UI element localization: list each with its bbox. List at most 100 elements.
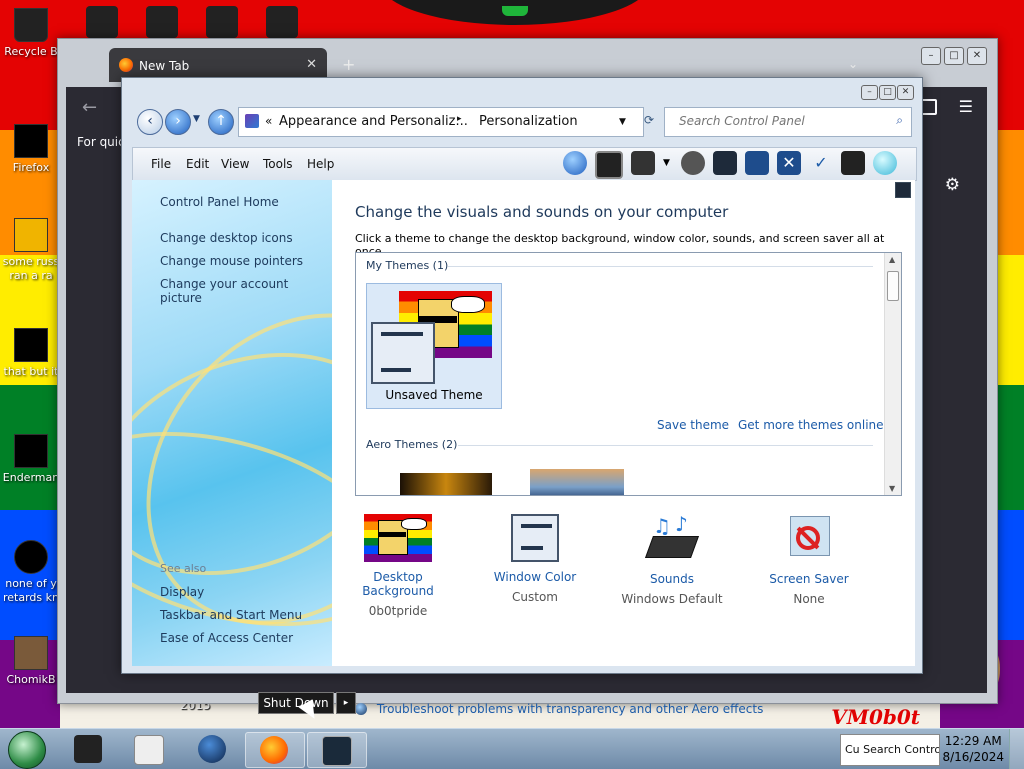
new-tab-icon[interactable]: + xyxy=(342,55,355,74)
up-button[interactable]: ↑ xyxy=(208,109,234,135)
ease-of-access-link[interactable]: Ease of Access Center xyxy=(160,631,293,645)
breadcrumb-current[interactable]: Personalization xyxy=(479,114,578,129)
theme-list-scrollbar[interactable]: ▲ ▼ xyxy=(884,253,901,495)
tab-list-chevron-icon[interactable]: ⌄ xyxy=(848,57,858,71)
menu-file[interactable]: File xyxy=(151,157,171,171)
breadcrumb-parent[interactable]: Appearance and Personaliz... xyxy=(279,114,468,129)
get-more-themes-link[interactable]: Get more themes online xyxy=(738,418,884,432)
desktop-file-icon[interactable]: that but it xyxy=(0,328,62,379)
theme-unsaved[interactable]: Unsaved Theme xyxy=(366,283,502,409)
folder-icon[interactable] xyxy=(631,151,655,175)
firefox-shortcut-icon[interactable]: Firefox xyxy=(0,124,62,175)
taskbar-item-control-panel[interactable] xyxy=(307,732,367,768)
desktop-background-link[interactable]: Desktop Background xyxy=(338,570,458,598)
back-button[interactable]: ‹ xyxy=(137,109,163,135)
minimize-button[interactable]: – xyxy=(921,47,941,65)
main-panel: Change the visuals and sounds on your co… xyxy=(332,180,915,716)
recent-pages-chevron-icon[interactable]: ▼ xyxy=(193,114,200,124)
gear-icon[interactable]: ⚙ xyxy=(945,175,960,195)
troubleshoot-link[interactable]: Troubleshoot problems with transparency … xyxy=(377,702,764,716)
theme-list[interactable]: My Themes (1) Unsaved Theme Save theme G… xyxy=(355,252,902,496)
scroll-down-icon[interactable]: ▼ xyxy=(889,484,895,493)
change-desktop-icons-link[interactable]: Change desktop icons xyxy=(160,231,293,245)
taskbar-item[interactable] xyxy=(120,732,178,766)
change-mouse-pointers-link[interactable]: Change mouse pointers xyxy=(160,254,303,268)
globe-icon[interactable] xyxy=(873,151,897,175)
shutdown-options-button[interactable]: ▸ xyxy=(336,692,356,714)
scroll-up-icon[interactable]: ▲ xyxy=(889,255,895,264)
show-desktop-button[interactable] xyxy=(1009,729,1024,769)
menu-tools[interactable]: Tools xyxy=(263,157,293,171)
address-dropdown-icon[interactable]: ▼ xyxy=(619,117,626,127)
change-account-picture-link[interactable]: Change your account picture xyxy=(160,277,332,305)
tray-preview[interactable]: Cu Search Contro xyxy=(840,734,940,766)
search-input[interactable] xyxy=(677,113,881,129)
taskbar-item-firefox[interactable] xyxy=(245,732,305,768)
control-panel-icon xyxy=(245,114,259,128)
see-also-label: See also xyxy=(160,562,207,575)
back-arrow-icon[interactable]: ← xyxy=(82,97,97,118)
menu-view[interactable]: View xyxy=(221,157,249,171)
tray-text: Cu Search Contro xyxy=(845,743,940,756)
watermark-text: VM0b0t xyxy=(831,705,920,729)
maximize-button[interactable]: □ xyxy=(944,47,964,65)
my-themes-header: My Themes (1) xyxy=(366,259,449,272)
address-bar-row: ‹ › ▼ ↑ « Appearance and Personaliz... ▸… xyxy=(134,106,912,137)
window-color-link[interactable]: Window Color xyxy=(475,570,595,584)
taskbar-item[interactable] xyxy=(60,732,118,766)
control-panel-home-link[interactable]: Control Panel Home xyxy=(160,195,279,209)
taskbar-start-menu-link[interactable]: Taskbar and Start Menu xyxy=(160,608,302,622)
taskbar-item[interactable] xyxy=(184,732,242,766)
window-color-option[interactable]: Window Color Custom xyxy=(475,514,595,604)
terminal-icon xyxy=(74,735,102,763)
copy-icon[interactable] xyxy=(713,151,737,175)
aero-theme-thumbnail[interactable] xyxy=(530,469,624,495)
theme-name: Unsaved Theme xyxy=(385,388,483,402)
screen-saver-link[interactable]: Screen Saver xyxy=(749,572,869,586)
save-theme-link[interactable]: Save theme xyxy=(657,418,729,432)
hamburger-menu-icon[interactable]: ☰ xyxy=(959,97,973,116)
shut-down-button[interactable]: Shut Down xyxy=(258,692,334,714)
minimize-button[interactable]: – xyxy=(861,85,878,100)
dropdown-icon[interactable]: ▼ xyxy=(663,151,673,175)
desktop-file-icon[interactable]: some russ ran a ra xyxy=(0,218,62,283)
desktop-file-icon[interactable]: Enderman xyxy=(0,434,62,485)
help-icon[interactable] xyxy=(895,182,911,198)
delete-icon[interactable]: ✕ xyxy=(777,151,801,175)
breadcrumb-separator-icon[interactable]: ▸ xyxy=(457,114,462,124)
close-tab-icon[interactable]: ✕ xyxy=(306,57,317,72)
sounds-option[interactable]: ♫ ♪ Sounds Windows Default xyxy=(612,512,732,606)
search-icon[interactable]: ⌕ xyxy=(896,113,903,128)
desktop-background-option[interactable]: Desktop Background 0b0tpride xyxy=(338,514,458,618)
close-button[interactable]: ✕ xyxy=(897,85,914,100)
settings-icon[interactable] xyxy=(681,151,705,175)
aero-theme-thumbnail[interactable] xyxy=(400,473,492,495)
maximize-button[interactable]: □ xyxy=(879,85,896,100)
sounds-link[interactable]: Sounds xyxy=(612,572,732,586)
clock[interactable]: 12:29 AM 8/16/2024 xyxy=(942,733,1004,765)
check-icon[interactable]: ✓ xyxy=(809,151,833,175)
desktop-file-icon[interactable]: none of y retards kn xyxy=(0,540,62,605)
desktop-file-icon[interactable]: ChomikB xyxy=(0,636,62,687)
screen-saver-option[interactable]: Screen Saver None xyxy=(749,514,869,606)
globe-icon xyxy=(198,735,226,763)
menu-help[interactable]: Help xyxy=(307,157,334,171)
window-icon[interactable] xyxy=(595,151,623,179)
document-icon[interactable] xyxy=(745,151,769,175)
search-box[interactable]: ⌕ xyxy=(664,107,912,137)
close-button[interactable]: ✕ xyxy=(967,47,987,65)
up-icon[interactable] xyxy=(563,151,587,175)
recycle-bin-icon[interactable]: Recycle B xyxy=(0,8,62,59)
start-button[interactable] xyxy=(8,731,46,769)
refresh-icon[interactable]: ⟳ xyxy=(644,113,654,127)
forward-button[interactable]: › xyxy=(165,109,191,135)
scroll-thumb[interactable] xyxy=(887,271,899,301)
troubleshoot-icon xyxy=(355,703,367,715)
breadcrumb[interactable]: « Appearance and Personaliz... ▸ Persona… xyxy=(238,107,644,137)
clock-date: 8/16/2024 xyxy=(942,750,1004,764)
display-link[interactable]: Display xyxy=(160,585,204,599)
extensions-icon[interactable] xyxy=(921,99,937,115)
menu-edit[interactable]: Edit xyxy=(186,157,209,171)
troubleshoot-row[interactable]: Troubleshoot problems with transparency … xyxy=(355,702,763,716)
properties-icon[interactable] xyxy=(841,151,865,175)
